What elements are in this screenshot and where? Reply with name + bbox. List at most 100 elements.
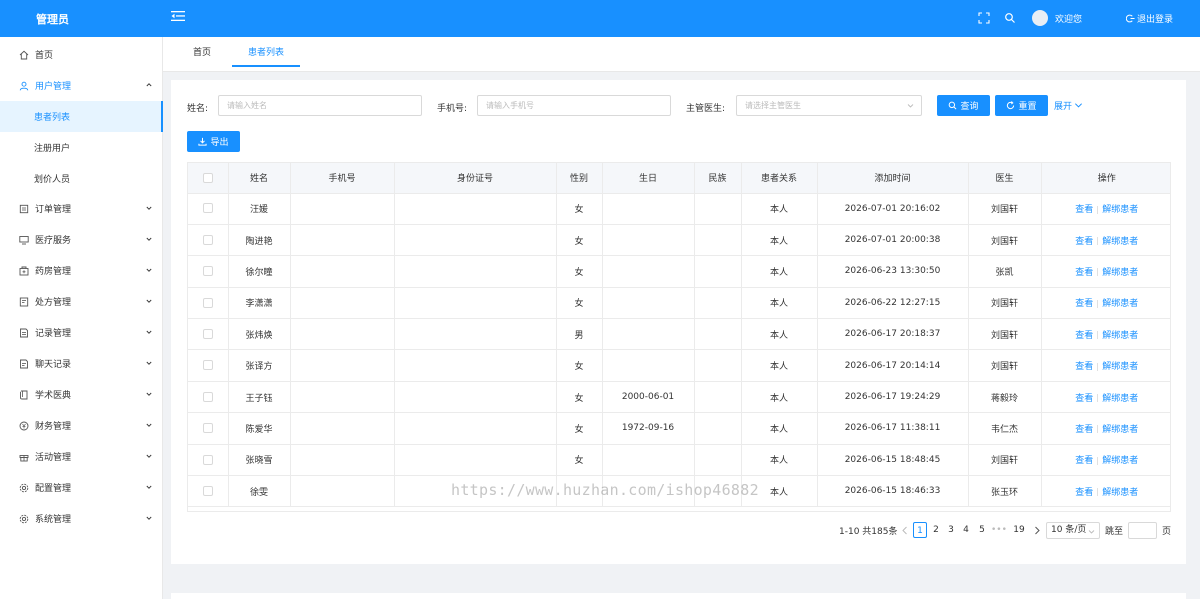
page-number[interactable]: 1 xyxy=(913,522,927,538)
cell-name: 徐尔瞳 xyxy=(228,255,291,288)
page-number[interactable]: 4 xyxy=(959,522,973,538)
expand-toggle[interactable]: 展开 xyxy=(1054,99,1083,112)
row-checkbox[interactable] xyxy=(202,297,213,308)
view-link[interactable]: 查看 xyxy=(1075,456,1093,466)
tab-home[interactable]: 首页 xyxy=(185,37,219,67)
row-select-cell[interactable] xyxy=(188,224,229,257)
row-checkbox[interactable] xyxy=(202,485,213,496)
cell-actions: 查看 解绑患者 xyxy=(1041,475,1170,508)
view-link[interactable]: 查看 xyxy=(1075,362,1093,372)
sidebar-item-chat-records[interactable]: 聊天记录 xyxy=(0,348,163,379)
unbind-patient-link[interactable]: 解绑患者 xyxy=(1102,394,1138,404)
sidebar-item-records[interactable]: 记录管理 xyxy=(0,317,163,348)
cell-id xyxy=(394,412,557,445)
search-icon[interactable] xyxy=(1004,12,1016,24)
name-input[interactable]: 请输入姓名 xyxy=(218,95,422,116)
page-size-select[interactable]: 10 条/页 xyxy=(1046,522,1100,539)
sidebar-item-system[interactable]: 系统管理 xyxy=(0,503,163,534)
cell-relation: 本人 xyxy=(741,412,818,445)
sidebar-item-academic[interactable]: 学术医典 xyxy=(0,379,163,410)
divider xyxy=(1097,299,1099,308)
sidebar-subitem-patient-list[interactable]: 患者列表 xyxy=(0,101,163,132)
sidebar-item-finance[interactable]: 财务管理 xyxy=(0,410,163,441)
cell-phone xyxy=(290,475,395,508)
unbind-patient-link[interactable]: 解绑患者 xyxy=(1102,205,1138,215)
sidebar-item-prescription[interactable]: 处方管理 xyxy=(0,286,163,317)
column-header: 身份证号 xyxy=(394,163,557,194)
unbind-patient-link[interactable]: 解绑患者 xyxy=(1102,456,1138,466)
sidebar-item-user-management[interactable]: 用户管理 xyxy=(0,70,163,101)
jump-page-input[interactable] xyxy=(1128,522,1157,539)
search-button[interactable]: 查询 xyxy=(937,95,990,116)
view-link[interactable]: 查看 xyxy=(1075,205,1093,215)
sidebar-subitem-pricing-staff[interactable]: 划价人员 xyxy=(0,163,163,194)
cell-birthday xyxy=(602,318,695,351)
view-link[interactable]: 查看 xyxy=(1075,488,1093,498)
next-page-icon[interactable] xyxy=(1033,526,1041,535)
select-all-cell[interactable] xyxy=(188,163,229,194)
sidebar-subitem-registered-users[interactable]: 注册用户 xyxy=(0,132,163,163)
view-link[interactable]: 查看 xyxy=(1075,331,1093,341)
page-number[interactable]: 5 xyxy=(975,522,989,538)
unbind-patient-link[interactable]: 解绑患者 xyxy=(1102,299,1138,309)
view-link[interactable]: 查看 xyxy=(1075,394,1093,404)
column-header: 民族 xyxy=(694,163,742,194)
export-button[interactable]: 导出 xyxy=(187,131,240,152)
cell-time: 2026-06-17 20:18:37 xyxy=(817,318,969,351)
unbind-patient-link[interactable]: 解绑患者 xyxy=(1102,362,1138,372)
unbind-patient-link[interactable]: 解绑患者 xyxy=(1102,331,1138,341)
cell-birthday: 1972-09-16 xyxy=(602,412,695,445)
sidebar-item-configuration[interactable]: 配置管理 xyxy=(0,472,163,503)
page-ellipsis[interactable]: ••• xyxy=(991,522,1007,538)
row-checkbox[interactable] xyxy=(202,391,213,402)
unbind-patient-link[interactable]: 解绑患者 xyxy=(1102,425,1138,435)
sidebar-item-home[interactable]: 首页 xyxy=(0,39,163,70)
phone-input[interactable]: 请输入手机号 xyxy=(477,95,671,116)
reset-button[interactable]: 重置 xyxy=(995,95,1048,116)
row-checkbox[interactable] xyxy=(202,360,213,371)
view-link[interactable]: 查看 xyxy=(1075,299,1093,309)
sidebar-item-label: 财务管理 xyxy=(35,422,72,432)
sidebar-item-pharmacy[interactable]: 药房管理 xyxy=(0,255,163,286)
unbind-patient-link[interactable]: 解绑患者 xyxy=(1102,488,1138,498)
page-number[interactable]: 3 xyxy=(944,522,958,538)
fullscreen-icon[interactable] xyxy=(978,12,990,24)
select-all-checkbox[interactable] xyxy=(202,172,213,183)
gift-icon xyxy=(19,454,29,461)
row-select-cell[interactable] xyxy=(188,412,229,445)
row-select-cell[interactable] xyxy=(188,475,229,508)
page-number[interactable]: 19 xyxy=(1012,522,1026,538)
sidebar-item-activities[interactable]: 活动管理 xyxy=(0,441,163,472)
row-checkbox[interactable] xyxy=(202,203,213,214)
cell-relation: 本人 xyxy=(741,287,818,320)
row-select-cell[interactable] xyxy=(188,349,229,382)
row-select-cell[interactable] xyxy=(188,287,229,320)
cell-relation: 本人 xyxy=(741,255,818,288)
row-select-cell[interactable] xyxy=(188,255,229,288)
tab-patient-list[interactable]: 患者列表 xyxy=(232,37,300,67)
avatar[interactable] xyxy=(1032,10,1048,26)
row-select-cell[interactable] xyxy=(188,193,229,225)
doctor-select[interactable]: 请选择主管医生 xyxy=(736,95,922,116)
unbind-patient-link[interactable]: 解绑患者 xyxy=(1102,268,1138,278)
prev-page-icon[interactable] xyxy=(901,526,909,535)
row-checkbox[interactable] xyxy=(202,423,213,434)
menu-fold-icon[interactable] xyxy=(171,9,185,23)
unbind-patient-link[interactable]: 解绑患者 xyxy=(1102,237,1138,247)
row-checkbox[interactable] xyxy=(202,454,213,465)
sidebar-item-orders[interactable]: 订单管理 xyxy=(0,193,163,224)
row-checkbox[interactable] xyxy=(202,329,213,339)
logout-button[interactable]: 退出登录 xyxy=(1126,12,1173,25)
sidebar-item-medical-service[interactable]: 医疗服务 xyxy=(0,224,163,255)
table-row: 陶进艳女本人 2026-07-01 20:00:38 刘国轩 查看 解绑患者 xyxy=(188,224,1170,257)
row-select-cell[interactable] xyxy=(188,318,229,351)
row-checkbox[interactable] xyxy=(202,234,213,245)
sidebar-item-label: 聊天记录 xyxy=(35,360,72,370)
row-select-cell[interactable] xyxy=(188,381,229,414)
row-select-cell[interactable] xyxy=(188,444,229,477)
view-link[interactable]: 查看 xyxy=(1075,268,1093,278)
view-link[interactable]: 查看 xyxy=(1075,237,1093,247)
page-number[interactable]: 2 xyxy=(929,522,943,538)
view-link[interactable]: 查看 xyxy=(1075,425,1093,435)
row-checkbox[interactable] xyxy=(202,266,213,277)
